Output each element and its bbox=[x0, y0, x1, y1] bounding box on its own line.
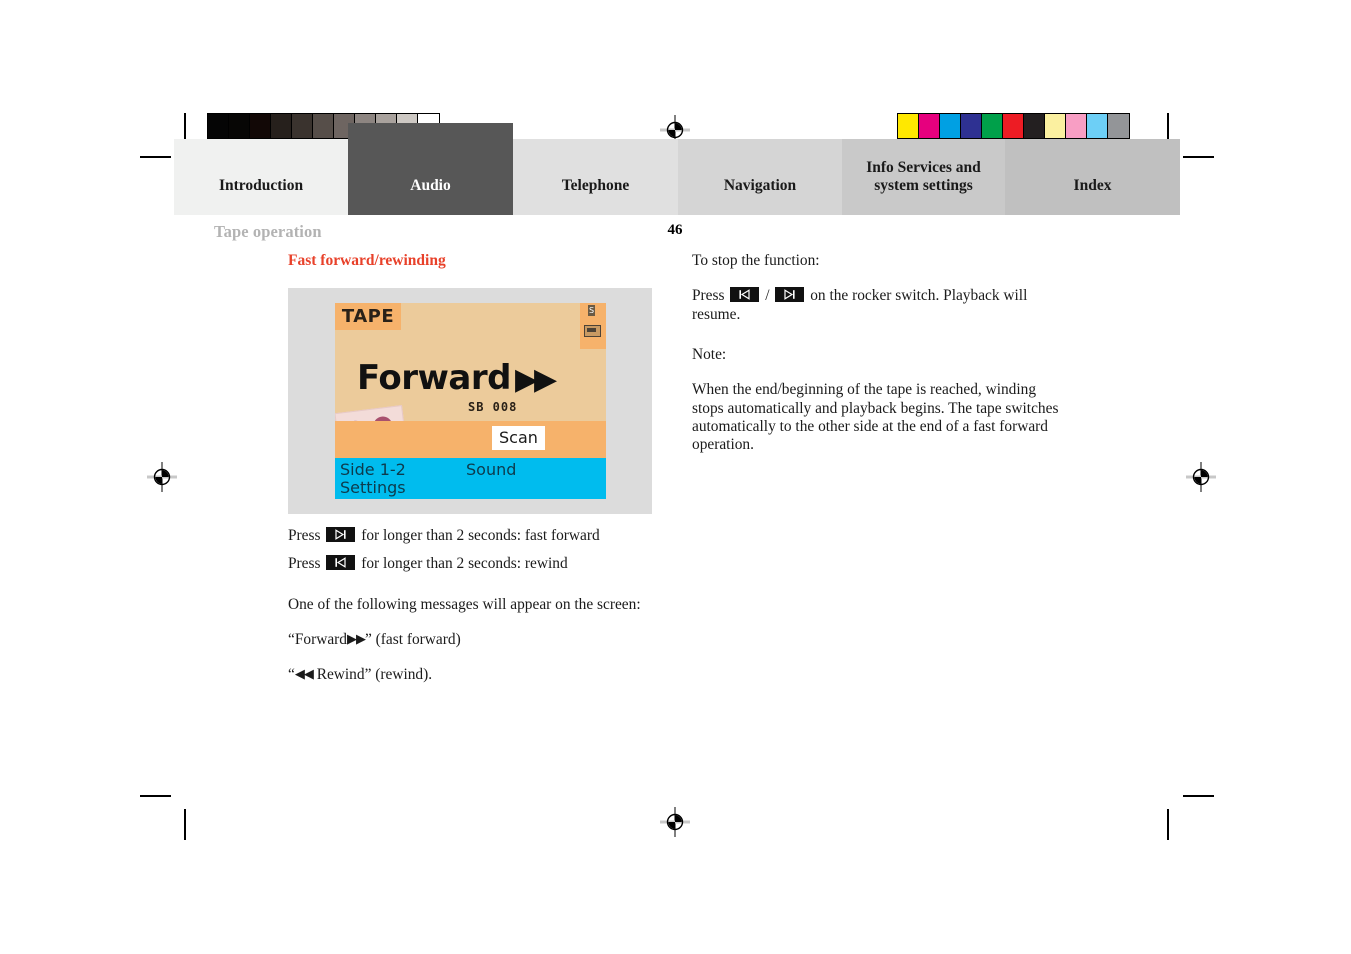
stop-press-label: Press bbox=[692, 287, 725, 305]
tab-label: Telephone bbox=[561, 177, 630, 195]
tab-label: Audio bbox=[410, 177, 451, 195]
press-suffix-1: for longer than 2 seconds: fast forward bbox=[361, 527, 600, 544]
crop-mark-bottom-right-vertical bbox=[1167, 809, 1169, 840]
registration-mark-left bbox=[147, 462, 177, 492]
tape-status-text: Forward ▶▶ bbox=[357, 358, 557, 398]
tab-audio[interactable]: Audio bbox=[348, 123, 513, 215]
message-rewind-close: Rewind” (rewind). bbox=[312, 666, 433, 684]
skip-back-key-icon[interactable] bbox=[326, 555, 356, 571]
press-suffix-2: for longer than 2 seconds: rewind bbox=[361, 555, 568, 573]
sound-menu-item[interactable]: Sound bbox=[466, 460, 516, 479]
fast-forward-icon: ▶▶ bbox=[514, 362, 557, 397]
tape-screen: TAPE S Forward ▶▶ SB 008 Scan Side 1-2 Se… bbox=[335, 303, 606, 499]
rewind-triangles-icon: ◀◀ bbox=[294, 666, 314, 682]
tab-label: Introduction bbox=[218, 177, 304, 195]
note-body-text: When the end/beginning of the tape is re… bbox=[692, 381, 1059, 454]
tape-display-figure: TAPE S Forward ▶▶ SB 008 Scan Side 1-2 Se… bbox=[288, 288, 652, 514]
left-column: Fast forward/rewinding bbox=[288, 252, 653, 286]
tab-label: Index bbox=[1073, 177, 1112, 195]
left-column-body: Press for longer than 2 seconds: fast fo… bbox=[288, 527, 658, 702]
message-forward-text: “Forward▶▶” (fast forward) bbox=[288, 631, 658, 649]
settings-menu-item[interactable]: Settings bbox=[340, 478, 406, 497]
message-forward-close: ” (fast forward) bbox=[364, 630, 461, 648]
message-rewind-text: “◀◀ Rewind” (rewind). bbox=[288, 666, 658, 684]
crop-mark-bottom-left-vertical bbox=[184, 809, 186, 840]
right-column: To stop the function: Press / on the roc… bbox=[692, 252, 1064, 472]
signal-indicator-icon: S bbox=[588, 305, 595, 316]
tab-navigation[interactable]: Navigation bbox=[678, 139, 842, 215]
crop-mark-bottom-left-horizontal bbox=[140, 795, 171, 797]
registration-mark-right bbox=[1186, 462, 1216, 492]
stop-function-instruction: Press / on the rocker switch. Playback w… bbox=[692, 287, 1064, 324]
scan-band bbox=[335, 421, 606, 458]
scan-button[interactable]: Scan bbox=[492, 426, 545, 450]
note-label: Note: bbox=[692, 345, 727, 363]
tab-info-services-and-system-settings[interactable]: Info Services and system settings bbox=[842, 139, 1005, 215]
tab-telephone[interactable]: Telephone bbox=[513, 139, 678, 215]
status-indicator-group: S bbox=[580, 303, 606, 349]
forward-triangles-icon: ▶▶ bbox=[346, 630, 366, 646]
crop-mark-top-left-horizontal bbox=[140, 156, 171, 158]
crop-mark-top-right-horizontal bbox=[1183, 156, 1214, 158]
section-title: Fast forward/rewinding bbox=[288, 252, 446, 269]
messages-intro-text: One of the following messages will appea… bbox=[288, 595, 641, 613]
side-menu-item[interactable]: Side 1-2 bbox=[340, 460, 406, 479]
tab-label: Info Services and system settings bbox=[866, 159, 981, 195]
chapter-tab-bar: Introduction Audio Telephone Navigation Info… bbox=[174, 123, 1180, 215]
tape-source-badge: TAPE bbox=[335, 303, 401, 330]
message-forward-open: “Forward bbox=[288, 630, 347, 648]
press-fast-forward-instruction: Press for longer than 2 seconds: fast fo… bbox=[288, 527, 658, 545]
crop-mark-bottom-right-horizontal bbox=[1183, 795, 1214, 797]
running-head: Tape operation bbox=[214, 222, 322, 241]
cassette-indicator-icon bbox=[584, 325, 601, 337]
tape-menu-bar: Side 1-2 Settings Sound bbox=[335, 458, 606, 499]
tape-status-label: Forward bbox=[357, 358, 511, 398]
press-label-1: Press bbox=[288, 527, 321, 544]
skip-forward-key-icon-2[interactable] bbox=[775, 287, 805, 303]
stop-function-heading: To stop the function: bbox=[692, 252, 820, 269]
tab-index[interactable]: Index bbox=[1005, 139, 1180, 215]
tape-counter: SB 008 bbox=[468, 400, 518, 414]
tab-introduction[interactable]: Introduction bbox=[174, 139, 348, 215]
tab-label: Navigation bbox=[723, 177, 797, 195]
message-rewind-open: “ bbox=[288, 666, 295, 684]
page-number: 46 bbox=[667, 222, 683, 238]
registration-mark-bottom bbox=[660, 807, 690, 837]
skip-forward-key-icon[interactable] bbox=[326, 527, 356, 542]
press-label-2: Press bbox=[288, 555, 321, 573]
key-separator: / bbox=[765, 287, 770, 305]
press-rewind-instruction: Press for longer than 2 seconds: rewind bbox=[288, 555, 658, 573]
skip-back-key-icon-2[interactable] bbox=[730, 287, 760, 303]
